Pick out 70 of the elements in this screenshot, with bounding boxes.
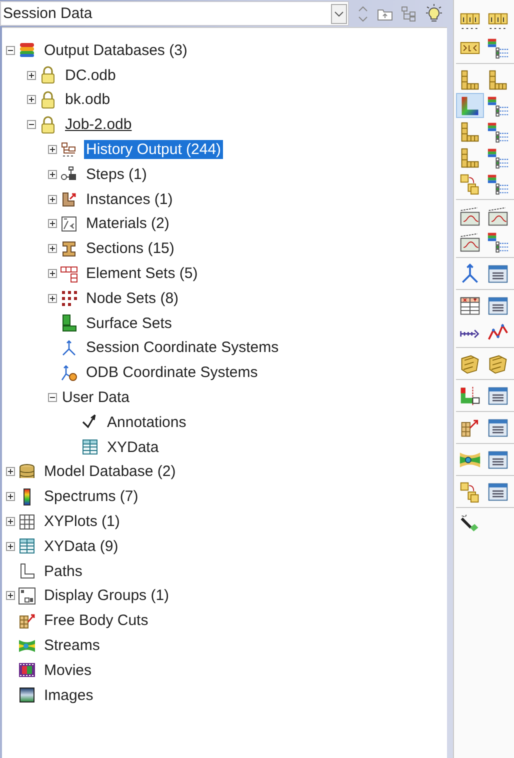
- tree-item[interactable]: Annotations: [105, 412, 188, 432]
- expand-icon[interactable]: [48, 294, 57, 303]
- grid-icon: [18, 512, 36, 531]
- tree-item[interactable]: Sections (15): [84, 239, 176, 258]
- expand-icon[interactable]: [48, 194, 57, 204]
- expand-icon[interactable]: [6, 467, 15, 476]
- tree-item[interactable]: Model Database (2): [42, 462, 178, 482]
- tree-item[interactable]: Steps (1): [84, 164, 149, 184]
- tree-item[interactable]: Session Coordinate Systems: [84, 338, 281, 358]
- database-stack-icon: [18, 41, 36, 60]
- tree-item[interactable]: ODB Coordinate Systems: [84, 363, 260, 382]
- tree-item[interactable]: User Data: [60, 388, 132, 408]
- database-stack-icon: [18, 462, 36, 481]
- expand-icon[interactable]: [27, 70, 36, 80]
- tree-item[interactable]: Spectrums (7): [42, 487, 140, 506]
- tree-item[interactable]: Free Body Cuts: [42, 611, 150, 630]
- tree-item[interactable]: XYPlots (1): [42, 512, 122, 532]
- collapse-icon[interactable]: [27, 120, 36, 130]
- tree-item[interactable]: Paths: [42, 562, 84, 581]
- tree-item[interactable]: bk.odb: [63, 90, 112, 110]
- element-grid-icon: [60, 264, 78, 283]
- padlock-icon: [39, 116, 57, 134]
- collapse-icon[interactable]: [48, 393, 57, 402]
- tree-item[interactable]: Element Sets (5): [84, 264, 200, 284]
- tree-item[interactable]: DC.odb: [63, 66, 118, 85]
- expand-icon[interactable]: [48, 219, 57, 228]
- collapse-icon[interactable]: [6, 46, 15, 55]
- expand-icon[interactable]: [48, 244, 57, 254]
- beam-section-icon: [60, 240, 78, 258]
- tree-item[interactable]: Streams: [42, 636, 102, 656]
- node-dots-icon: [60, 289, 78, 308]
- session-dropdown[interactable]: Session Data: [0, 1, 349, 26]
- tree-item[interactable]: Instances (1): [84, 190, 175, 209]
- expand-icon[interactable]: [48, 145, 57, 154]
- table-icon: [81, 438, 99, 456]
- tree-item[interactable]: Display Groups (1): [42, 586, 172, 606]
- axes-icon: [60, 338, 78, 357]
- tree-item[interactable]: Job-2.odb: [63, 115, 134, 134]
- expand-icon[interactable]: [6, 542, 15, 551]
- padlock-icon: [39, 66, 57, 84]
- tree-item[interactable]: Materials (2): [84, 214, 172, 234]
- expand-icon[interactable]: [6, 591, 15, 600]
- axes-icon: [60, 364, 78, 382]
- stress-strain-icon: [60, 214, 78, 233]
- expand-icon[interactable]: [6, 492, 15, 502]
- path-l-icon: [18, 562, 36, 580]
- block-diagram-icon: [60, 140, 78, 159]
- expand-icon[interactable]: [27, 95, 36, 104]
- lightbulb-icon[interactable]: [425, 4, 443, 24]
- tree-item[interactable]: History Output (244): [84, 140, 224, 160]
- tree-item[interactable]: Output Databases (3): [42, 40, 190, 60]
- tree-item[interactable]: XYData: [105, 438, 161, 457]
- padlock-icon: [39, 90, 57, 109]
- expand-icon[interactable]: [6, 517, 15, 526]
- contour-plot-icon[interactable]: [456, 93, 484, 118]
- tree-item[interactable]: Node Sets (8): [84, 288, 181, 308]
- expand-icon[interactable]: [48, 170, 57, 179]
- surface-blocks-icon: [60, 314, 78, 332]
- free-body-cut-icon: [18, 612, 36, 630]
- tree-item[interactable]: XYData (9): [42, 536, 120, 556]
- tree-item[interactable]: Images: [42, 686, 96, 705]
- image-icon: [18, 686, 36, 704]
- film-strip-icon: [18, 661, 36, 680]
- chevron-down-icon: [331, 4, 347, 24]
- tree-item[interactable]: Movies: [42, 660, 94, 680]
- tree-item[interactable]: Surface Sets: [84, 314, 174, 333]
- part-instance-icon: [60, 190, 78, 208]
- display-group-icon: [18, 586, 36, 605]
- expand-icon[interactable]: [48, 269, 57, 278]
- table-icon: [18, 537, 36, 556]
